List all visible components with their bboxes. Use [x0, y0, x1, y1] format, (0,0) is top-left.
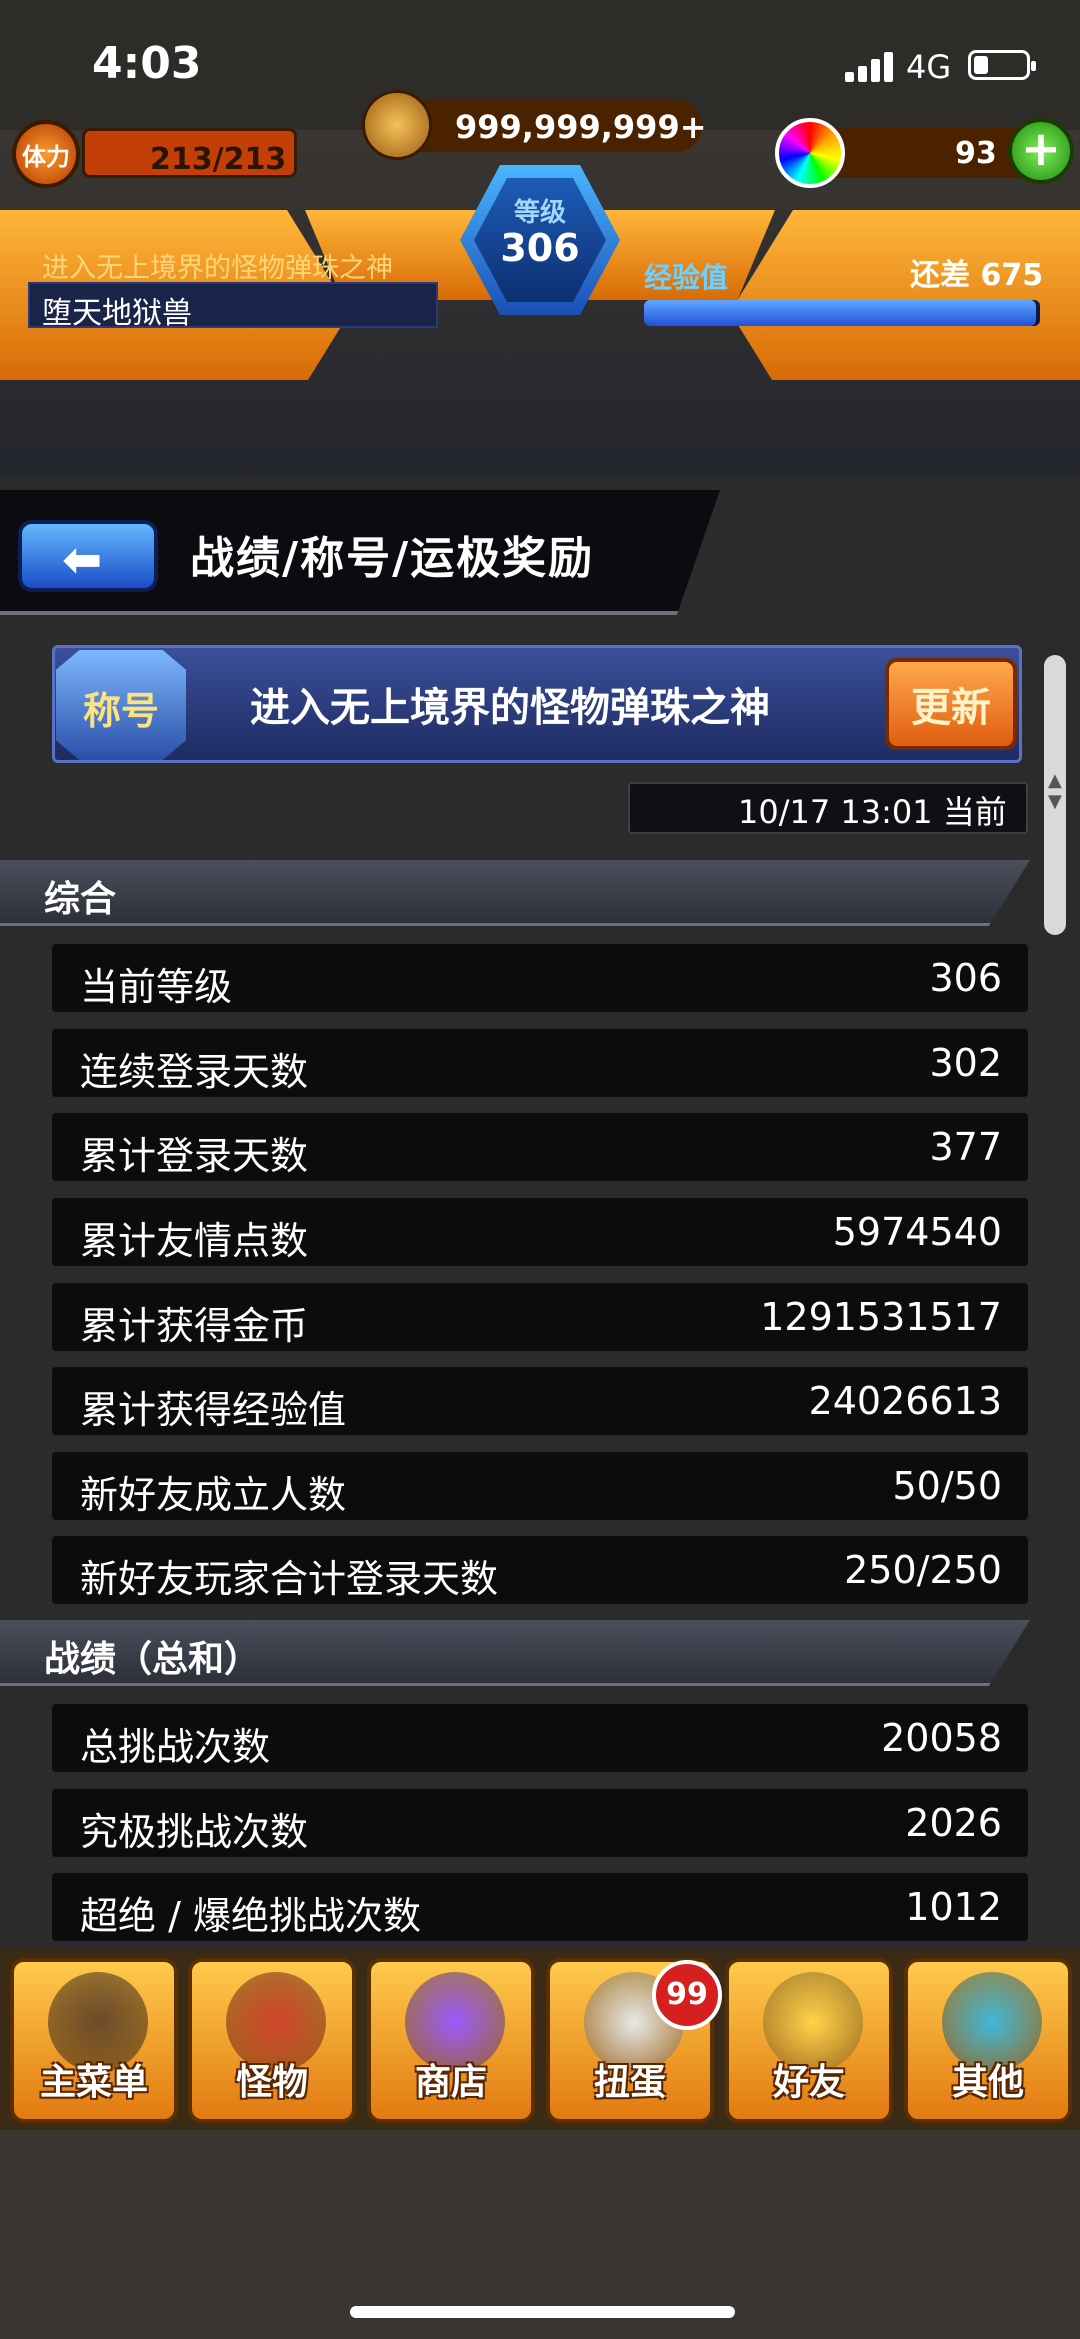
- add-orbs-button[interactable]: +: [1008, 118, 1074, 184]
- stat-row: 超绝 / 爆绝挑战次数 1012: [52, 1873, 1028, 1941]
- player-name: 堕天地狱兽: [42, 296, 192, 331]
- stat-value: 250/250: [844, 1548, 1002, 1592]
- stat-row: 新好友玩家合计登录天数 250/250: [52, 1536, 1028, 1604]
- nav-shop[interactable]: 商店: [367, 1958, 535, 2123]
- stat-value: 1012: [905, 1885, 1002, 1929]
- section-header-overall: [0, 860, 1030, 926]
- signal-icon: [845, 52, 897, 82]
- timestamp: 10/17 13:01 当前: [738, 793, 1007, 831]
- orb-count: 93: [955, 136, 997, 171]
- scroll-grip-icon: ▲ ▼: [1048, 770, 1062, 812]
- stat-row: 累计获得金币 1291531517: [52, 1283, 1028, 1351]
- stat-value: 24026613: [808, 1379, 1002, 1423]
- stamina-value: 213/213: [150, 142, 287, 177]
- stat-value: 1291531517: [760, 1295, 1002, 1339]
- stat-row: 新好友成立人数 50/50: [52, 1452, 1028, 1520]
- home-indicator[interactable]: [350, 2306, 735, 2318]
- nav-other[interactable]: 其他: [904, 1958, 1072, 2123]
- network-label: 4G: [906, 48, 952, 86]
- stamina-icon: 体力: [12, 120, 80, 188]
- orb-icon: [775, 118, 845, 188]
- section-title: 战绩（总和）: [44, 1639, 261, 1680]
- level-label: 等级: [513, 198, 566, 228]
- back-button[interactable]: ⬅: [18, 520, 158, 592]
- nav-label: 好友: [772, 2062, 845, 2103]
- stat-value: 306: [929, 956, 1002, 1000]
- battery-icon: [968, 50, 1036, 80]
- stat-label: 新好友玩家合计登录天数: [80, 1557, 499, 1601]
- stat-value: 20058: [881, 1716, 1002, 1760]
- nav-main-menu[interactable]: 主菜单: [10, 1958, 178, 2123]
- stat-row: 累计登录天数 377: [52, 1113, 1028, 1181]
- nav-label: 扭蛋: [593, 2062, 666, 2103]
- stat-value: 2026: [905, 1801, 1002, 1845]
- level-value: 306: [500, 226, 580, 270]
- stat-row: 累计获得经验值 24026613: [52, 1367, 1028, 1435]
- update-button[interactable]: 更新: [885, 658, 1017, 750]
- stat-label: 究极挑战次数: [80, 1810, 309, 1854]
- section-title: 综合: [44, 879, 117, 920]
- nav-label: 商店: [414, 2062, 487, 2103]
- stat-label: 累计登录天数: [80, 1134, 309, 1178]
- stat-row: 当前等级 306: [52, 944, 1028, 1012]
- nav-monster[interactable]: 怪物: [188, 1958, 356, 2123]
- stat-row: 累计友情点数 5974540: [52, 1198, 1028, 1266]
- stat-label: 新好友成立人数: [80, 1473, 347, 1517]
- status-time: 4:03: [92, 38, 202, 89]
- stat-label: 超绝 / 爆绝挑战次数: [80, 1894, 421, 1938]
- stat-value: 377: [929, 1125, 1002, 1169]
- stat-row: 总挑战次数 20058: [52, 1704, 1028, 1772]
- nav-friends[interactable]: 好友: [725, 1958, 893, 2123]
- page-title: 战绩/称号/运极奖励: [190, 533, 595, 584]
- player-title: 进入无上境界的怪物弹珠之神: [42, 253, 393, 284]
- exp-bar: [644, 300, 1040, 326]
- exp-label: 经验值: [644, 261, 729, 294]
- nav-label: 其他: [951, 2062, 1024, 2103]
- exp-remaining: 还差 675: [910, 258, 1044, 293]
- back-arrow-icon: ⬅: [62, 532, 103, 588]
- stat-row: 连续登录天数 302: [52, 1029, 1028, 1097]
- stat-label: 累计友情点数: [80, 1219, 309, 1263]
- stat-label: 当前等级: [80, 965, 233, 1009]
- stat-value: 302: [929, 1041, 1002, 1085]
- nav-label: 主菜单: [39, 2062, 148, 2103]
- stat-label: 累计获得经验值: [80, 1388, 347, 1432]
- current-title: 进入无上境界的怪物弹珠之神: [250, 685, 770, 731]
- stat-row: 究极挑战次数 2026: [52, 1789, 1028, 1857]
- coin-value: 999,999,999+: [455, 108, 707, 146]
- nav-label: 怪物: [235, 2062, 308, 2103]
- title-badge-label: 称号: [82, 689, 159, 733]
- stat-label: 总挑战次数: [80, 1725, 271, 1769]
- coin-icon: [362, 90, 432, 160]
- gacha-count-badge: 99: [652, 1960, 722, 2030]
- stat-value: 5974540: [832, 1210, 1002, 1254]
- stat-label: 累计获得金币: [80, 1304, 309, 1348]
- stat-label: 连续登录天数: [80, 1050, 309, 1094]
- exp-fill: [644, 300, 1037, 326]
- stat-value: 50/50: [892, 1464, 1002, 1508]
